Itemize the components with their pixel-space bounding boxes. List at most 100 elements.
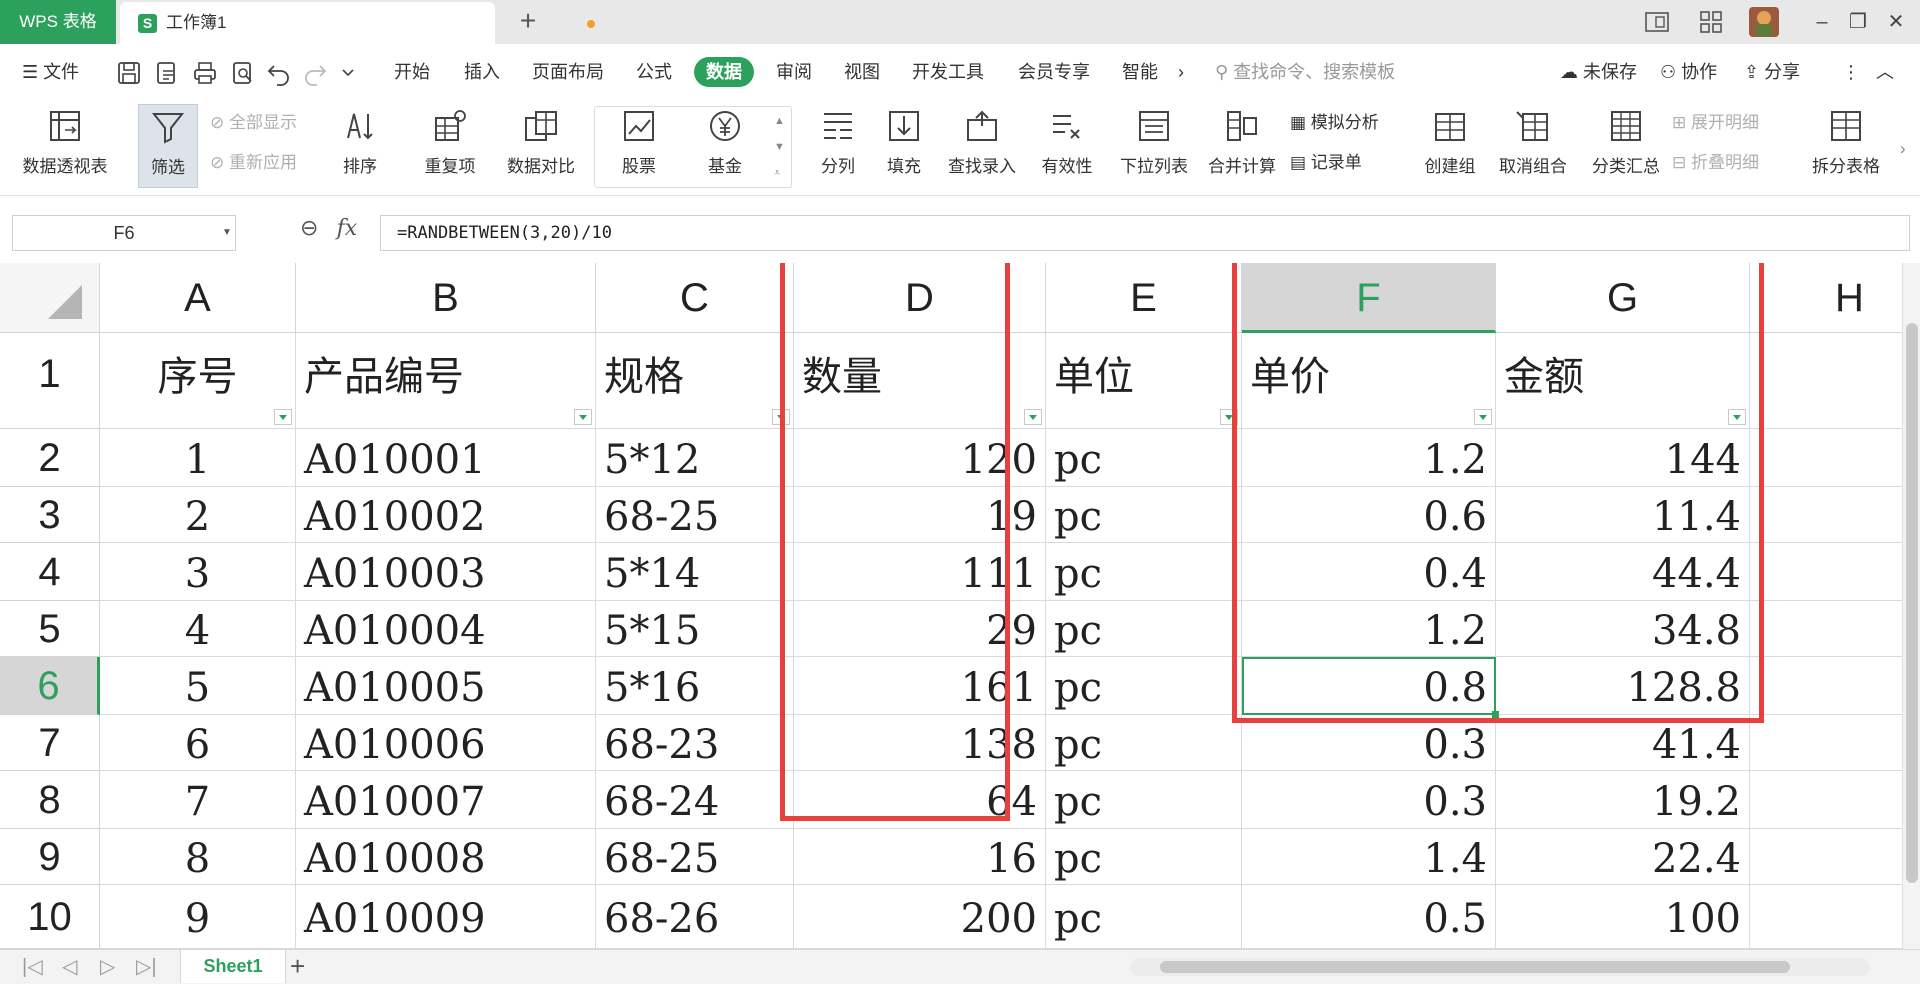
- table-cell[interactable]: 6: [100, 715, 296, 771]
- table-cell[interactable]: 0.5: [1242, 885, 1496, 949]
- tab-developer[interactable]: 开发工具: [912, 44, 984, 100]
- table-cell[interactable]: pc: [1046, 829, 1242, 885]
- find-entry-button[interactable]: 查找录入: [942, 100, 1022, 196]
- document-tab[interactable]: S 工作簿1: [120, 2, 595, 44]
- row-header[interactable]: 2: [0, 429, 100, 487]
- print-icon[interactable]: [192, 60, 218, 86]
- table-cell[interactable]: 68-25: [596, 487, 794, 543]
- restore-button[interactable]: ❐: [1844, 8, 1872, 36]
- dropdown-list-button[interactable]: 下拉列表: [1114, 100, 1194, 196]
- create-group-button[interactable]: 创建组: [1418, 100, 1482, 196]
- filter-dropdown-icon[interactable]: [574, 409, 592, 425]
- formula-input[interactable]: =RANDBETWEEN(3,20)/10: [380, 215, 1910, 251]
- table-cell[interactable]: 1: [100, 429, 296, 487]
- table-cell[interactable]: 5*16: [596, 657, 794, 715]
- table-cell[interactable]: 8: [100, 829, 296, 885]
- table-cell[interactable]: [1750, 543, 1902, 601]
- tab-home[interactable]: 开始: [394, 44, 430, 100]
- table-cell[interactable]: A010006: [296, 715, 596, 771]
- vertical-scrollbar[interactable]: [1902, 263, 1920, 949]
- funds-button[interactable]: 基金: [690, 100, 760, 196]
- tab-member[interactable]: 会员专享: [1018, 44, 1090, 100]
- table-cell[interactable]: pc: [1046, 487, 1242, 543]
- table-cell[interactable]: 5*14: [596, 543, 794, 601]
- column-header-c[interactable]: C: [596, 263, 794, 333]
- header-cell[interactable]: 序号: [100, 333, 296, 429]
- tab-data[interactable]: 数据: [694, 57, 754, 87]
- compare-button[interactable]: 数据对比: [496, 100, 586, 196]
- collapse-detail-button[interactable]: ⊟ 折叠明细: [1672, 148, 1759, 178]
- row-header[interactable]: 6: [0, 657, 100, 715]
- duplicates-button[interactable]: 重复项: [410, 100, 490, 196]
- expand-detail-button[interactable]: ⊞ 展开明细: [1672, 108, 1759, 138]
- table-cell[interactable]: 7: [100, 771, 296, 829]
- select-all-corner[interactable]: [0, 263, 100, 333]
- column-header-h[interactable]: H: [1750, 263, 1902, 333]
- name-box[interactable]: F6: [12, 215, 236, 251]
- table-cell[interactable]: 2: [100, 487, 296, 543]
- user-avatar[interactable]: [1748, 6, 1780, 38]
- table-cell[interactable]: 100: [1496, 885, 1750, 949]
- tab-review[interactable]: 审阅: [776, 44, 812, 100]
- table-cell[interactable]: 200: [794, 885, 1046, 949]
- table-cell[interactable]: A010001: [296, 429, 596, 487]
- tab-page-layout[interactable]: 页面布局: [532, 44, 604, 100]
- table-cell[interactable]: pc: [1046, 601, 1242, 657]
- table-cell[interactable]: [1750, 657, 1902, 715]
- table-cell[interactable]: 5*15: [596, 601, 794, 657]
- table-cell[interactable]: 68-25: [596, 829, 794, 885]
- column-header-a[interactable]: A: [100, 263, 296, 333]
- column-header-e[interactable]: E: [1046, 263, 1242, 333]
- first-sheet-icon[interactable]: |◁: [22, 950, 43, 984]
- table-cell[interactable]: A010002: [296, 487, 596, 543]
- unsaved-status[interactable]: ☁ 未保存: [1560, 44, 1637, 100]
- table-cell[interactable]: A010007: [296, 771, 596, 829]
- horizontal-scrollbar[interactable]: [1130, 958, 1870, 976]
- row-header[interactable]: 7: [0, 715, 100, 771]
- header-cell[interactable]: 单位: [1046, 333, 1242, 429]
- more-options-icon[interactable]: ⋮: [1842, 44, 1860, 100]
- undo-icon[interactable]: [266, 60, 292, 86]
- customize-chevron-icon[interactable]: [340, 60, 356, 86]
- subtotal-button[interactable]: 分类汇总: [1588, 100, 1664, 196]
- table-cell[interactable]: pc: [1046, 885, 1242, 949]
- table-cell[interactable]: [1750, 429, 1902, 487]
- table-cell[interactable]: 4: [100, 601, 296, 657]
- share-button[interactable]: ⇪ 分享: [1744, 44, 1800, 100]
- table-cell[interactable]: [1750, 829, 1902, 885]
- layout-icon[interactable]: [1644, 10, 1670, 34]
- split-table-button[interactable]: 拆分表格: [1800, 100, 1892, 196]
- sheet-tab-sheet1[interactable]: Sheet1: [180, 950, 286, 983]
- filter-button[interactable]: 筛选: [138, 104, 198, 188]
- table-cell[interactable]: 68-24: [596, 771, 794, 829]
- table-cell[interactable]: [1750, 885, 1902, 949]
- header-cell[interactable]: 规格: [596, 333, 794, 429]
- split-column-button[interactable]: 分列: [808, 100, 868, 196]
- horizontal-scroll-thumb[interactable]: [1160, 961, 1790, 973]
- row-header[interactable]: 9: [0, 829, 100, 885]
- show-all-button[interactable]: ⊘ 全部显示: [210, 108, 297, 138]
- row-header[interactable]: 5: [0, 601, 100, 657]
- table-cell[interactable]: 19.2: [1496, 771, 1750, 829]
- row-header[interactable]: 4: [0, 543, 100, 601]
- table-cell[interactable]: 68-26: [596, 885, 794, 949]
- table-cell[interactable]: [1750, 771, 1902, 829]
- vertical-scroll-thumb[interactable]: [1906, 323, 1918, 883]
- table-cell[interactable]: 5: [100, 657, 296, 715]
- minimize-button[interactable]: –: [1808, 8, 1836, 36]
- row-header[interactable]: 1: [0, 333, 100, 429]
- gallery-expand-icon[interactable]: ⩡: [774, 158, 780, 188]
- collapse-ribbon-icon[interactable]: ︿: [1876, 44, 1894, 100]
- new-tab-button[interactable]: +: [510, 4, 546, 40]
- tab-formulas[interactable]: 公式: [636, 44, 672, 100]
- sort-button[interactable]: 排序: [330, 100, 390, 196]
- row-header[interactable]: 8: [0, 771, 100, 829]
- print-preview-icon[interactable]: [230, 60, 256, 86]
- fill-button[interactable]: 填充: [874, 100, 934, 196]
- validity-button[interactable]: 有效性: [1030, 100, 1104, 196]
- table-cell[interactable]: 22.4: [1496, 829, 1750, 885]
- table-cell[interactable]: pc: [1046, 771, 1242, 829]
- file-menu[interactable]: ☰ 文件: [22, 44, 79, 100]
- table-cell[interactable]: 3: [100, 543, 296, 601]
- table-cell[interactable]: 1.4: [1242, 829, 1496, 885]
